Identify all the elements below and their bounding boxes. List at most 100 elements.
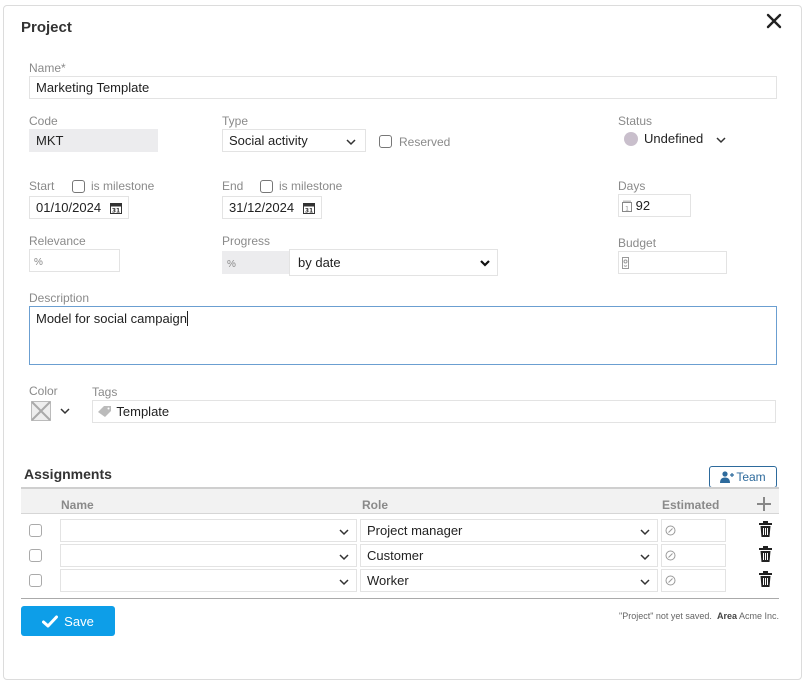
plus-icon (757, 497, 771, 511)
budget-label: Budget (618, 236, 657, 250)
not-saved-note: "Project" not yet saved. (619, 611, 712, 621)
text-caret (187, 311, 189, 326)
trash-icon (759, 521, 772, 537)
delete-assignment-button[interactable] (759, 546, 772, 567)
tag-template[interactable]: Template (116, 404, 169, 419)
progress-label: Progress (222, 234, 271, 248)
save-button[interactable]: Save (21, 606, 115, 636)
role-select[interactable]: Customer (360, 544, 658, 567)
chevron-down-icon (339, 579, 349, 586)
estimated-input[interactable] (661, 544, 726, 567)
status-label: Status (618, 114, 653, 128)
day-calendar-icon: 1 (622, 200, 632, 213)
start-date-value: 01/10/2024 (36, 200, 102, 215)
end-date-value: 31/12/2024 (229, 200, 295, 215)
name-input[interactable]: Marketing Template (29, 76, 777, 99)
role-value: Project manager (367, 523, 463, 538)
status-select[interactable]: Undefined (624, 131, 727, 146)
assignee-select[interactable] (60, 544, 357, 567)
clock-icon (665, 525, 676, 536)
area-label: Area (716, 611, 737, 621)
trash-icon (759, 571, 772, 587)
add-assignment-button[interactable] (756, 496, 772, 517)
description-value: Model for social campaign (36, 311, 188, 326)
percent-icon: % (227, 259, 236, 270)
chevron-down-icon (346, 139, 356, 146)
column-header-name[interactable]: Name (61, 498, 94, 512)
days-input[interactable]: 1 92 (618, 194, 691, 217)
add-team-button[interactable]: Team (709, 466, 777, 488)
chevron-down-icon (339, 529, 349, 536)
close-icon (766, 13, 782, 29)
type-label: Type (222, 114, 249, 128)
clock-icon (665, 575, 676, 586)
description-label: Description (29, 291, 90, 305)
status-dot (624, 131, 638, 146)
percent-icon: % (34, 257, 43, 268)
status-value: Undefined (644, 131, 704, 146)
calendar-icon[interactable]: 31 (110, 202, 122, 214)
code-label: Code (29, 114, 58, 128)
relevance-input[interactable]: % (29, 249, 120, 272)
type-select[interactable]: Social activity (222, 129, 366, 152)
area-value: Acme Inc. (738, 611, 779, 621)
save-status-note: "Project" not yet saved. Area Acme Inc. (560, 611, 779, 621)
clock-icon (665, 550, 676, 561)
tag-icon (98, 406, 111, 417)
save-button-label: Save (64, 613, 94, 629)
chevron-down-icon (640, 579, 650, 586)
assignee-select[interactable] (60, 569, 357, 592)
progress-input[interactable]: % (222, 251, 289, 274)
name-label: Name* (29, 61, 66, 75)
estimated-input[interactable] (661, 519, 726, 542)
row-checkbox[interactable] (29, 524, 42, 542)
delete-assignment-button[interactable] (759, 571, 772, 592)
add-user-icon (720, 471, 735, 483)
progress-mode-value: by date (298, 255, 341, 270)
budget-input[interactable] (618, 251, 727, 274)
chevron-down-icon (339, 554, 349, 561)
end-date-input[interactable]: 31/12/2024 31 (222, 196, 322, 219)
color-picker[interactable] (31, 401, 71, 421)
calendar-icon[interactable]: 31 (303, 202, 315, 214)
dialog-title: Project (21, 19, 72, 36)
estimated-input[interactable] (661, 569, 726, 592)
role-select[interactable]: Worker (360, 569, 658, 592)
tags-label: Tags (92, 385, 118, 399)
chevron-down-icon (640, 554, 650, 561)
delete-assignment-button[interactable] (759, 521, 772, 542)
code-input[interactable]: MKT (29, 129, 158, 152)
start-label: Start (29, 179, 55, 193)
team-button-label: Team (736, 470, 766, 484)
svg-text:31: 31 (112, 208, 120, 215)
color-label: Color (29, 384, 58, 398)
row-checkbox[interactable] (29, 549, 42, 567)
chevron-down-icon (60, 408, 70, 415)
reserved-checkbox[interactable] (379, 135, 392, 153)
description-textarea[interactable]: Model for social campaign (29, 306, 777, 365)
type-select-value: Social activity (229, 133, 308, 148)
role-value: Worker (367, 573, 409, 588)
reserved-label: Reserved (399, 135, 451, 149)
start-date-input[interactable]: 01/10/2024 31 (29, 196, 129, 219)
days-label: Days (618, 179, 646, 193)
progress-mode-select[interactable]: by date (289, 249, 498, 276)
chevron-down-icon (716, 137, 726, 144)
column-header-estimated[interactable]: Estimated (662, 498, 719, 512)
assignments-title: Assignments (24, 466, 112, 482)
role-select[interactable]: Project manager (360, 519, 658, 542)
row-checkbox[interactable] (29, 574, 42, 592)
trash-icon (759, 546, 772, 562)
column-header-role[interactable]: Role (362, 498, 388, 512)
tags-input[interactable]: Template (92, 400, 776, 423)
chevron-down-icon (640, 529, 650, 536)
assignee-select[interactable] (60, 519, 357, 542)
svg-text:1: 1 (625, 206, 629, 213)
check-icon (42, 615, 59, 627)
days-value: 92 (635, 198, 651, 213)
svg-text:31: 31 (305, 208, 313, 215)
close-button[interactable] (764, 11, 784, 31)
start-milestone-label: is milestone (91, 179, 155, 193)
footer-divider (21, 598, 779, 599)
role-value: Customer (367, 548, 424, 563)
